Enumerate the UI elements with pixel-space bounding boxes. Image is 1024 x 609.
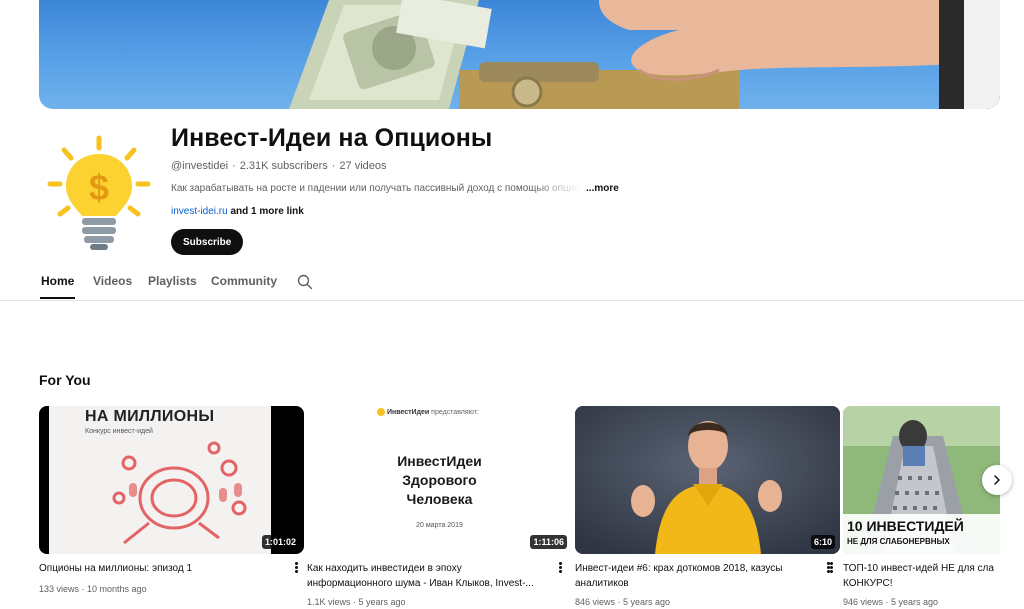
thumb-brand-line: ИнвестИдеи представляют: xyxy=(377,408,479,416)
upload-age: 5 years ago xyxy=(358,597,406,607)
carousel-next-button[interactable] xyxy=(982,465,1012,495)
upload-age: 5 years ago xyxy=(891,597,939,607)
video-title[interactable]: ТОП-10 инвест-идей НЕ для сла КОНКУРС! xyxy=(843,561,1000,591)
video-thumbnail[interactable]: ИнвестИдеи представляют: ИнвестИдеи Здор… xyxy=(307,406,572,554)
channel-website-link[interactable]: invest-idei.ru xyxy=(171,206,228,217)
thumb-heading-line: Здорового xyxy=(402,472,477,488)
chevron-right-icon xyxy=(994,475,1000,485)
channel-banner xyxy=(39,0,1000,109)
video-count: 27 videos xyxy=(339,160,387,172)
tab-home[interactable]: Home xyxy=(41,274,74,288)
more-vert-icon[interactable] xyxy=(556,561,564,575)
tab-community[interactable]: Community xyxy=(211,274,277,288)
thumb-heading-line: Человека xyxy=(406,491,473,507)
channel-links: invest-idei.ru and 1 more link xyxy=(171,206,304,217)
section-title: For You xyxy=(39,372,91,388)
lightbulb-dollar-icon: $ xyxy=(47,135,151,250)
upload-age: 5 years ago xyxy=(623,597,671,607)
channel-meta: @investidei · 2.31K subscribers · 27 videos xyxy=(171,160,387,172)
thumb-heading: НА МИЛЛИОНЫ xyxy=(85,408,215,425)
video-meta: 133 views · 10 months ago xyxy=(39,584,147,594)
more-links-button[interactable]: and 1 more link xyxy=(230,206,303,217)
view-count: 133 views xyxy=(39,584,80,594)
channel-avatar: $ xyxy=(46,134,152,252)
video-duration: 1:11:06 xyxy=(530,535,567,549)
subscribe-button[interactable]: Subscribe xyxy=(171,229,244,255)
thumb-subheading: Конкурс инвест-идей xyxy=(85,428,153,435)
active-tab-indicator xyxy=(40,297,75,299)
upload-age: 10 months ago xyxy=(87,584,147,594)
search-icon[interactable] xyxy=(297,274,313,290)
video-card[interactable]: 10 ИНВЕСТИДЕЙ НЕ ДЛЯ СЛАБОНЕРВНЫХ ТОП-10… xyxy=(843,406,1000,609)
channel-name: Инвест-Идеи на Опционы xyxy=(171,124,493,152)
video-thumbnail[interactable]: 6:10 xyxy=(575,406,840,554)
lightbulb-icon xyxy=(377,408,385,416)
video-card[interactable]: 6:10 Инвест-идеи #6: крах доткомов 2018,… xyxy=(575,406,840,607)
video-title[interactable]: Инвест-идеи #6: крах доткомов 2018, казу… xyxy=(575,561,815,591)
video-meta: 846 views · 5 years ago xyxy=(575,597,671,607)
svg-text:$: $ xyxy=(89,167,109,208)
thumb-date: 20 марта 2019 xyxy=(416,522,463,529)
video-thumbnail[interactable]: НА МИЛЛИОНЫ Конкурс инвест-идей 1:01:02 xyxy=(39,406,304,554)
video-title[interactable]: Опционы на миллионы: эпизод 1 xyxy=(39,561,279,576)
thumb-heading-line: ИнвестИдеи xyxy=(397,453,482,469)
video-thumbnail[interactable]: 10 ИНВЕСТИДЕЙ НЕ ДЛЯ СЛАБОНЕРВНЫХ xyxy=(843,406,1000,554)
more-vert-icon[interactable] xyxy=(292,561,300,575)
thumb-presents: представляют: xyxy=(431,408,479,416)
more-vert-icon[interactable] xyxy=(827,561,835,575)
channel-description[interactable]: Как зарабатывать на росте и падении или … xyxy=(171,183,581,194)
video-meta: 946 views · 5 years ago xyxy=(843,597,939,607)
description-more-link[interactable]: ...more xyxy=(586,183,619,194)
thumb-subheading: НЕ ДЛЯ СЛАБОНЕРВНЫХ xyxy=(847,537,950,546)
channel-handle: @investidei xyxy=(171,160,229,172)
tab-playlists[interactable]: Playlists xyxy=(148,274,197,288)
banner-illustration xyxy=(289,0,1000,109)
video-title[interactable]: Как находить инвестидеи в эпоху информац… xyxy=(307,561,547,591)
view-count: 846 views xyxy=(575,597,616,607)
video-meta: 1.1K views · 5 years ago xyxy=(307,597,406,607)
thumb-heading: 10 ИНВЕСТИДЕЙ xyxy=(847,518,964,534)
view-count: 1.1K views xyxy=(307,597,351,607)
video-card[interactable]: ИнвестИдеи представляют: ИнвестИдеи Здор… xyxy=(307,406,572,607)
lightbulb-graphic xyxy=(112,441,247,545)
channel-tabs: Home Videos Playlists Community xyxy=(0,262,1024,301)
subscriber-count: 2.31K subscribers xyxy=(239,160,328,172)
video-duration: 1:01:02 xyxy=(261,535,299,549)
presenter-photo xyxy=(575,406,840,554)
video-card[interactable]: НА МИЛЛИОНЫ Конкурс инвест-идей 1:01:02 … xyxy=(39,406,304,594)
view-count: 946 views xyxy=(843,597,884,607)
video-duration: 6:10 xyxy=(810,535,835,549)
tab-videos[interactable]: Videos xyxy=(93,274,132,288)
thumb-brand: ИнвестИдеи xyxy=(386,408,430,416)
